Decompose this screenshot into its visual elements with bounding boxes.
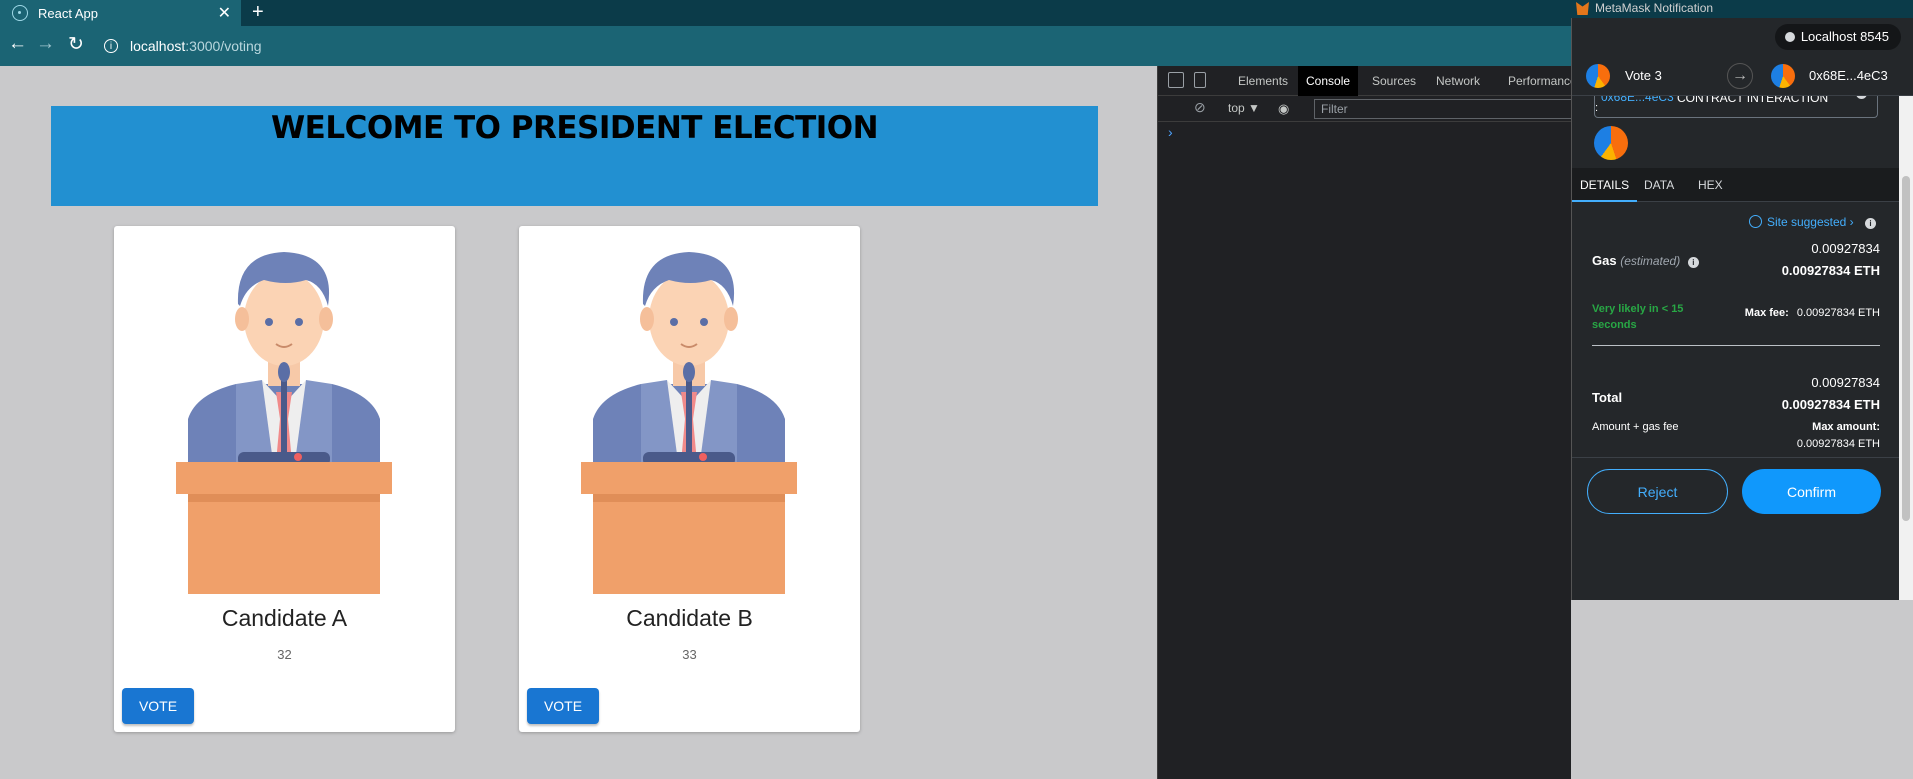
gas-value: 0.00927834 (1811, 241, 1880, 256)
vote-count: 33 (682, 647, 697, 662)
metamask-scrollbar[interactable] (1899, 96, 1913, 600)
candidate-card: Candidate A 32 VOTE (114, 226, 455, 732)
gas-title: Gas (1592, 253, 1617, 268)
metamask-tabs: DETAILS DATA HEX (1572, 168, 1900, 202)
from-account-name[interactable]: Vote 3 (1625, 68, 1662, 83)
divider (1592, 345, 1880, 346)
interaction-label: CONTRACT INTERACTION (1677, 96, 1829, 105)
candidate-name: Candidate A (221, 605, 348, 631)
close-tab-icon[interactable]: ✕ (218, 3, 231, 23)
context-selector[interactable]: top ▼ (1228, 101, 1260, 115)
candidate-card: Candidate B 33 VOTE (519, 226, 860, 732)
from-account-avatar (1586, 64, 1610, 88)
max-fee-label: Max fee: (1744, 307, 1789, 319)
network-status-icon (1784, 32, 1795, 42)
likely-time: Very likely in < 15 seconds (1592, 303, 1684, 331)
metamask-fox-icon (1576, 2, 1589, 15)
console-prompt[interactable]: › (1168, 124, 1173, 140)
url-host: localhost (130, 38, 186, 54)
clear-console-icon[interactable]: ⊘ (1194, 99, 1206, 116)
info-icon[interactable]: i (1856, 96, 1867, 99)
vote-button[interactable]: VOTE (527, 688, 599, 724)
metamask-header: Localhost 8545 (1572, 18, 1913, 56)
contract-colon: : (1595, 102, 1599, 114)
devtools-panel: Elements Console Sources Network Perform… (1157, 66, 1577, 779)
browser-tab[interactable]: React App ✕ (0, 0, 241, 26)
tab-hex[interactable]: HEX (1698, 168, 1723, 202)
metamask-window-title: MetaMask Notification (1595, 1, 1714, 15)
site-info-icon[interactable]: i (104, 39, 118, 53)
eye-icon[interactable]: ◉ (1278, 101, 1289, 117)
network-name: Localhost 8545 (1800, 29, 1889, 44)
new-tab-button[interactable]: + (252, 1, 264, 24)
candidate-name: Candidate B (626, 605, 753, 631)
max-fee: Max fee: 0.00927834 ETH (1745, 307, 1880, 319)
total-value: 0.00927834 (1811, 375, 1880, 390)
contract-interaction-box: 0x68E...4eC3 : CONTRACT INTERACTION i (1594, 96, 1878, 118)
devtools-tab-elements[interactable]: Elements (1230, 66, 1296, 96)
arrow-right-icon: → (1727, 63, 1753, 89)
back-icon[interactable]: ← (8, 33, 27, 55)
metamask-window-titlebar: MetaMask Notification (1571, 0, 1913, 18)
max-amount-value: 0.00927834 ETH (1796, 438, 1880, 450)
scrollbar-thumb[interactable] (1902, 176, 1910, 521)
tab-title: React App (38, 5, 98, 21)
console-toolbar: ⊘ top ▼ ◉ Filter (1158, 96, 1574, 122)
console-filter-input[interactable]: Filter (1314, 99, 1574, 119)
gas-estimated: (estimated) (1620, 254, 1681, 268)
max-amount-label: Max amount: (1812, 421, 1880, 433)
reload-icon[interactable]: ↻ (68, 33, 84, 56)
info-icon[interactable]: i (1687, 257, 1699, 268)
vote-button[interactable]: VOTE (122, 688, 194, 724)
forward-icon[interactable]: → (36, 33, 55, 55)
confirm-button[interactable]: Confirm (1742, 469, 1881, 514)
contract-address-link[interactable]: 0x68E...4eC3 (1601, 96, 1674, 104)
election-banner: WELCOME TO PRESIDENT ELECTION (51, 106, 1098, 206)
total-label: Total (1592, 390, 1623, 405)
devtools-tab-network[interactable]: Network (1428, 66, 1488, 96)
tab-details[interactable]: DETAILS (1572, 168, 1638, 202)
site-suggested-link[interactable]: Site suggested › i (1748, 215, 1876, 229)
page-title: WELCOME TO PRESIDENT ELECTION (270, 110, 879, 146)
devtools-tab-console[interactable]: Console (1298, 66, 1359, 96)
inspect-element-icon[interactable] (1168, 72, 1184, 88)
gas-value-eth: 0.00927834 ETH (1781, 263, 1880, 278)
address-bar[interactable]: i localhost:3000/voting (104, 31, 1564, 61)
transaction-details: Site suggested › i Gas (estimated) i 0.0… (1572, 203, 1900, 600)
url-path: :3000/voting (185, 38, 262, 54)
total-value-eth: 0.00927834 ETH (1781, 397, 1880, 412)
account-row: Vote 3 → 0x68E...4eC3 (1572, 56, 1913, 96)
amount-gas-fee-label: Amount + gas fee (1592, 421, 1679, 433)
info-icon[interactable]: i (1865, 218, 1876, 229)
reject-button[interactable]: Reject (1587, 469, 1728, 514)
metamask-scroll-area: 0x68E...4eC3 : CONTRACT INTERACTION i DE… (1572, 96, 1900, 600)
candidate-avatar-icon (176, 252, 392, 594)
to-account-address[interactable]: 0x68E...4eC3 (1809, 68, 1888, 83)
react-logo-icon (12, 5, 28, 21)
tab-data[interactable]: DATA (1644, 168, 1674, 202)
footer-divider (1572, 457, 1900, 458)
devtools-tab-sources[interactable]: Sources (1364, 66, 1424, 96)
device-toolbar-icon[interactable] (1194, 72, 1206, 88)
network-selector[interactable]: Localhost 8545 (1774, 24, 1901, 50)
vote-count: 32 (277, 647, 292, 662)
globe-icon (1748, 215, 1762, 228)
voting-page: WELCOME TO PRESIDENT ELECTION Candidate (0, 66, 1157, 779)
max-fee-value: 0.00927834 ETH (1796, 307, 1880, 319)
candidate-avatar-icon (581, 252, 797, 594)
site-suggested-label: Site suggested (1766, 215, 1847, 229)
to-account-avatar (1771, 64, 1795, 88)
gas-label: Gas (estimated) i (1592, 253, 1699, 268)
devtools-tabbar: Elements Console Sources Network Perform… (1158, 66, 1577, 96)
token-avatar-icon (1594, 126, 1628, 160)
metamask-popup: Localhost 8545 Vote 3 → 0x68E...4eC3 0x6… (1571, 18, 1913, 600)
